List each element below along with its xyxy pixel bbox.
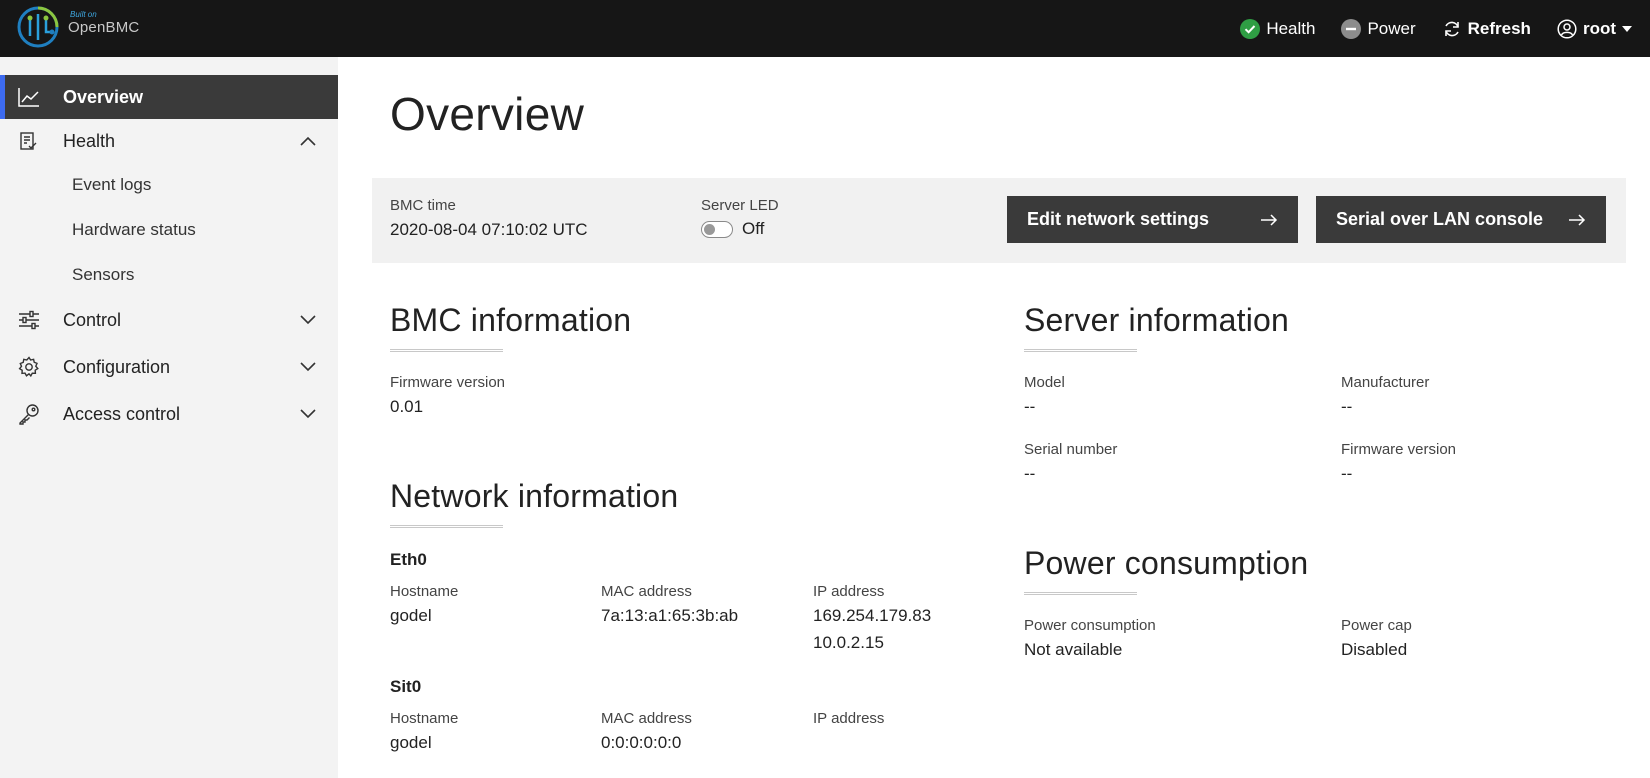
server-led-toggle[interactable] — [701, 221, 733, 238]
caret-down-icon — [1622, 25, 1632, 32]
chevron-down-icon — [300, 315, 316, 325]
serial-over-lan-console-button[interactable]: Serial over LAN console — [1316, 196, 1606, 243]
serial-over-lan-console-label: Serial over LAN console — [1336, 209, 1544, 229]
eth0-mac-label: MAC address — [601, 583, 692, 600]
bmc-time-value: 2020-08-04 07:10:02 UTC — [390, 220, 588, 239]
sidebar-item-control[interactable]: Control — [0, 298, 338, 342]
sidebar-nav: Overview Health Event logs Hardware stat… — [0, 57, 338, 778]
minus-circle-icon — [1341, 18, 1362, 39]
sidebar-subitem-label: Sensors — [72, 265, 135, 284]
quick-links-bar: BMC time 2020-08-04 07:10:02 UTC Server … — [372, 178, 1626, 263]
chart-line-icon — [18, 87, 40, 107]
eth0-ip-value: 10.0.2.15 — [813, 633, 884, 652]
server-firmware-version-value: -- — [1341, 464, 1353, 483]
section-divider — [390, 349, 503, 352]
user-menu-button[interactable]: root — [1557, 19, 1632, 39]
bmc-firmware-version-label: Firmware version — [390, 374, 506, 391]
refresh-label: Refresh — [1467, 18, 1531, 38]
sidebar-item-hardware-status[interactable]: Hardware status — [0, 210, 338, 250]
gear-icon — [18, 356, 40, 378]
sidebar-item-access-control[interactable]: Access control — [0, 392, 338, 436]
sit0-mac-value: 0:0:0:0:0:0 — [601, 733, 682, 752]
edit-network-settings-label: Edit network settings — [1027, 209, 1210, 229]
user-circle-icon — [1557, 18, 1577, 39]
network-information-heading: Network information — [390, 478, 679, 514]
clipboard-check-icon — [18, 131, 38, 151]
interface-name-eth0: Eth0 — [390, 550, 427, 569]
sidebar-item-health[interactable]: Health — [0, 119, 338, 163]
power-cap-value: Disabled — [1341, 640, 1408, 659]
section-divider — [390, 525, 503, 528]
sidebar-subitem-label: Event logs — [72, 175, 152, 194]
sidebar-item-overview[interactable]: Overview — [0, 75, 338, 119]
sit0-mac-label: MAC address — [601, 710, 692, 727]
bmc-time-label: BMC time — [390, 197, 456, 214]
logo-tagline: Built on — [70, 10, 97, 19]
section-divider — [1024, 349, 1137, 352]
refresh-icon — [1442, 19, 1462, 39]
openbmc-logo-icon — [17, 6, 59, 48]
sidebar-item-label: Access control — [63, 403, 181, 424]
edit-network-settings-button[interactable]: Edit network settings — [1007, 196, 1298, 243]
server-information-heading: Server information — [1024, 302, 1290, 338]
power-status-label: Power — [1367, 18, 1416, 38]
refresh-button[interactable]: Refresh — [1442, 19, 1531, 39]
sit0-hostname-label: Hostname — [390, 710, 459, 727]
key-icon — [18, 403, 40, 425]
top-actions: Health Power Refresh root — [1240, 0, 1650, 57]
interface-name-sit0: Sit0 — [390, 677, 422, 696]
model-value: -- — [1024, 397, 1036, 416]
openbmc-logo[interactable]: Built on OpenBMC — [16, 2, 146, 52]
serial-number-value: -- — [1024, 464, 1036, 483]
sliders-icon — [18, 310, 40, 330]
sidebar-item-sensors[interactable]: Sensors — [0, 255, 338, 295]
sit0-hostname-value: godel — [390, 733, 432, 752]
chevron-down-icon — [300, 362, 316, 372]
check-circle-icon — [1240, 18, 1261, 39]
sidebar-item-label: Overview — [63, 86, 144, 107]
sit0-ip-label: IP address — [813, 710, 885, 727]
manufacturer-value: -- — [1341, 397, 1353, 416]
sidebar-item-event-logs[interactable]: Event logs — [0, 165, 338, 205]
user-name-label: root — [1582, 18, 1616, 38]
section-divider — [1024, 592, 1137, 595]
main-content: Overview BMC time 2020-08-04 07:10:02 UT… — [338, 57, 1650, 778]
power-consumption-label: Power consumption — [1024, 617, 1156, 634]
power-consumption-value: Not available — [1024, 640, 1123, 659]
arrow-right-icon — [1568, 213, 1586, 226]
power-consumption-heading: Power consumption — [1024, 545, 1309, 581]
sidebar-item-label: Control — [63, 309, 122, 330]
sidebar-subitem-label: Hardware status — [72, 220, 196, 239]
power-status-button[interactable]: Power — [1341, 18, 1416, 39]
chevron-down-icon — [300, 409, 316, 419]
eth0-ip-value: 169.254.179.83 — [813, 606, 932, 625]
model-label: Model — [1024, 374, 1065, 391]
eth0-ip-label: IP address — [813, 583, 885, 600]
sidebar-item-label: Configuration — [63, 356, 171, 377]
power-cap-label: Power cap — [1341, 617, 1412, 634]
server-led-state: Off — [742, 219, 765, 238]
bmc-firmware-version-value: 0.01 — [390, 397, 424, 416]
server-led-label: Server LED — [701, 197, 779, 214]
logo-wordmark: OpenBMC — [68, 19, 140, 36]
top-navbar: Built on OpenBMC Health Power Refresh ro… — [0, 0, 1650, 57]
bmc-information-heading: BMC information — [390, 302, 632, 338]
eth0-hostname-value: godel — [390, 606, 432, 625]
arrow-right-icon — [1260, 213, 1278, 226]
page-title: Overview — [390, 88, 585, 140]
health-status-label: Health — [1266, 18, 1316, 38]
eth0-hostname-label: Hostname — [390, 583, 459, 600]
sidebar-item-label: Health — [63, 130, 116, 151]
health-status-button[interactable]: Health — [1240, 18, 1316, 39]
eth0-mac-value: 7a:13:a1:65:3b:ab — [601, 606, 739, 625]
chevron-up-icon — [300, 136, 316, 146]
server-firmware-version-label: Firmware version — [1341, 441, 1457, 458]
manufacturer-label: Manufacturer — [1341, 374, 1430, 391]
sidebar-item-configuration[interactable]: Configuration — [0, 345, 338, 389]
serial-number-label: Serial number — [1024, 441, 1118, 458]
